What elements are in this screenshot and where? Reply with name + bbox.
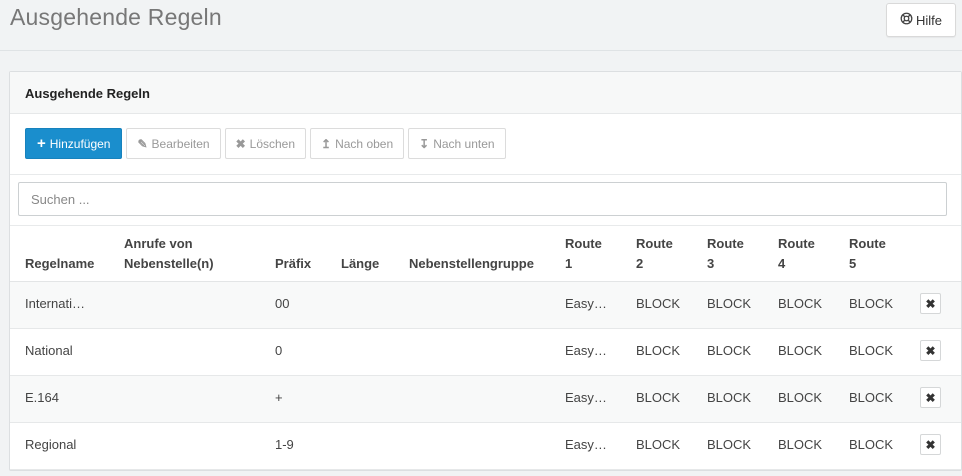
cell-route-1: Easy…: [565, 296, 607, 311]
cell-regelname: Internati…: [25, 296, 85, 311]
cell-route-3: BLOCK: [707, 343, 752, 358]
row-delete-button[interactable]: ✖: [920, 387, 941, 408]
rules-table: Regelname Anrufe von Nebenstelle(n) Präf…: [10, 226, 961, 470]
arrow-down-icon: ↧: [419, 136, 430, 151]
table-row[interactable]: E.164 + Easy… BLOCK BLOCK BLOCK BLOCK ✖: [10, 376, 961, 423]
move-up-button[interactable]: ↥ Nach oben: [310, 128, 405, 159]
times-icon: ✖: [925, 390, 936, 405]
add-button-label: Hinzufügen: [49, 136, 111, 151]
table-header: Regelname Anrufe von Nebenstelle(n) Präf…: [10, 226, 961, 282]
header-route-word: Route: [707, 236, 744, 251]
header-divider: [0, 50, 962, 51]
toolbar: + Hinzufügen ✎ Bearbeiten ✖ Löschen ↥ Na…: [25, 128, 506, 159]
move-up-button-label: Nach oben: [335, 136, 394, 151]
cell-praefix: 1-9: [275, 437, 294, 452]
cell-regelname: National: [25, 343, 73, 358]
pencil-icon: ✎: [137, 136, 148, 151]
search-input[interactable]: [18, 182, 947, 216]
header-route-number: 4: [778, 256, 786, 271]
move-down-button[interactable]: ↧ Nach unten: [408, 128, 506, 159]
table-row[interactable]: National 0 Easy… BLOCK BLOCK BLOCK BLOCK…: [10, 329, 961, 376]
header-anrufe-line1: Anrufe von: [124, 236, 193, 251]
cell-regelname: E.164: [25, 390, 59, 405]
header-route-1[interactable]: Route 1: [565, 234, 602, 274]
header-route-word: Route: [636, 236, 673, 251]
table-row[interactable]: Regional 1-9 Easy… BLOCK BLOCK BLOCK BLO…: [10, 423, 961, 470]
arrow-up-icon: ↥: [321, 136, 332, 151]
cell-route-5: BLOCK: [849, 296, 894, 311]
add-button[interactable]: + Hinzufügen: [25, 128, 123, 159]
table-body: Internati… 00 Easy… BLOCK BLOCK BLOCK BL…: [10, 282, 961, 470]
header-anrufe[interactable]: Anrufe von Nebenstelle(n): [124, 234, 214, 274]
cell-route-1: Easy…: [565, 390, 607, 405]
delete-button[interactable]: ✖ Löschen: [224, 128, 307, 159]
header-regelname[interactable]: Regelname: [25, 254, 94, 274]
edit-button-label: Bearbeiten: [151, 136, 210, 151]
edit-button[interactable]: ✎ Bearbeiten: [126, 128, 221, 159]
header-route-3[interactable]: Route 3: [707, 234, 744, 274]
help-button-label: Hilfe: [915, 12, 942, 28]
row-delete-button[interactable]: ✖: [920, 434, 941, 455]
move-down-button-label: Nach unten: [433, 136, 495, 151]
header-nebenstellengruppe[interactable]: Nebenstellengruppe: [409, 254, 534, 274]
cell-route-5: BLOCK: [849, 437, 894, 452]
header-route-number: 2: [636, 256, 644, 271]
cell-route-4: BLOCK: [778, 437, 823, 452]
times-icon: ✖: [235, 136, 246, 151]
row-delete-button[interactable]: ✖: [920, 340, 941, 361]
cell-route-4: BLOCK: [778, 390, 823, 405]
cell-praefix: 0: [275, 343, 283, 358]
header-route-2[interactable]: Route 2: [636, 234, 673, 274]
times-icon: ✖: [925, 296, 936, 311]
header-route-word: Route: [778, 236, 815, 251]
cell-route-1: Easy…: [565, 343, 607, 358]
table-row[interactable]: Internati… 00 Easy… BLOCK BLOCK BLOCK BL…: [10, 282, 961, 329]
header-praefix[interactable]: Präfix: [275, 254, 311, 274]
header-route-word: Route: [565, 236, 602, 251]
cell-regelname: Regional: [25, 437, 77, 452]
cell-route-5: BLOCK: [849, 390, 894, 405]
rules-panel: Ausgehende Regeln + Hinzufügen ✎ Bearbei…: [9, 71, 962, 471]
row-delete-button[interactable]: ✖: [920, 293, 941, 314]
lifebuoy-icon: [900, 12, 913, 28]
cell-route-2: BLOCK: [636, 437, 681, 452]
plus-icon: +: [37, 135, 46, 152]
cell-route-4: BLOCK: [778, 343, 823, 358]
header-anrufe-line2: Nebenstelle(n): [124, 256, 214, 271]
cell-route-3: BLOCK: [707, 390, 752, 405]
delete-button-label: Löschen: [249, 136, 296, 151]
header-route-5[interactable]: Route 5: [849, 234, 886, 274]
cell-route-2: BLOCK: [636, 390, 681, 405]
cell-route-5: BLOCK: [849, 343, 894, 358]
cell-route-3: BLOCK: [707, 437, 752, 452]
header-route-number: 5: [849, 256, 857, 271]
header-route-word: Route: [849, 236, 886, 251]
header-route-number: 1: [565, 256, 573, 271]
cell-route-3: BLOCK: [707, 296, 752, 311]
help-button[interactable]: Hilfe: [886, 3, 956, 37]
cell-route-4: BLOCK: [778, 296, 823, 311]
times-icon: ✖: [925, 343, 936, 358]
cell-route-1: Easy…: [565, 437, 607, 452]
cell-route-2: BLOCK: [636, 343, 681, 358]
header-laenge[interactable]: Länge: [341, 254, 379, 274]
cell-praefix: 00: [275, 296, 290, 311]
cell-praefix: +: [275, 390, 283, 405]
toolbar-divider: [10, 174, 961, 175]
header-route-number: 3: [707, 256, 715, 271]
panel-title: Ausgehende Regeln: [10, 72, 961, 114]
times-icon: ✖: [925, 437, 936, 452]
page-title: Ausgehende Regeln: [10, 4, 222, 30]
header-route-4[interactable]: Route 4: [778, 234, 815, 274]
cell-route-2: BLOCK: [636, 296, 681, 311]
